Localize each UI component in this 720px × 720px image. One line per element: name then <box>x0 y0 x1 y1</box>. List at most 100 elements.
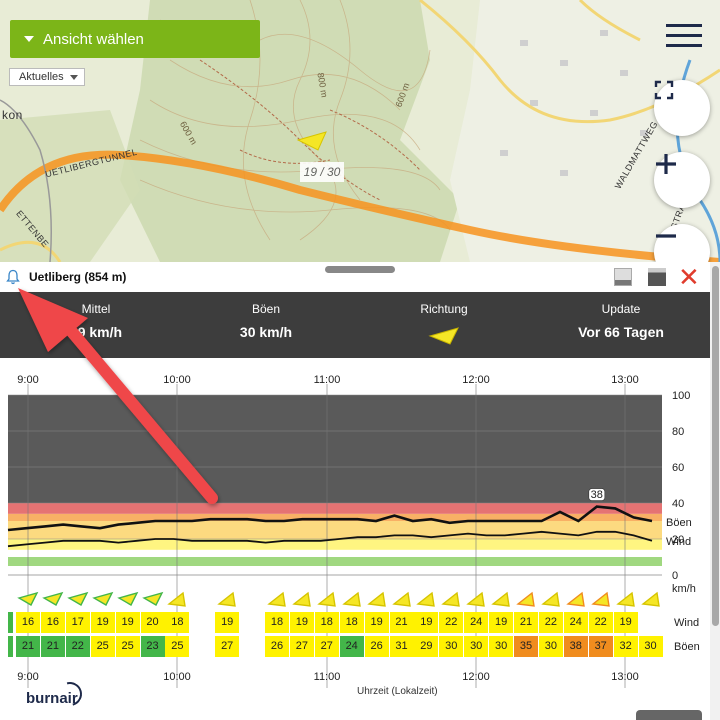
wind-cell: 19 <box>215 612 240 633</box>
y-tick-label: 0 <box>672 570 678 582</box>
stats-bar: Mittel 19 km/h Böen 30 km/h Richtung Upd… <box>0 292 710 358</box>
wind-cell: 19 <box>289 612 314 633</box>
wind-direction-arrow-icon <box>366 591 386 607</box>
row-marker <box>8 636 13 657</box>
wind-direction-arrow-icon <box>17 591 39 606</box>
wind-cell: 18 <box>265 612 289 633</box>
menu-icon <box>666 24 702 27</box>
wind-cell: 19 <box>90 612 115 633</box>
x-tick-label-bottom: 9:00 <box>17 671 38 683</box>
row-marker <box>8 612 13 633</box>
gust-cell: 25 <box>115 636 140 657</box>
x-tick-label-bottom: 11:00 <box>314 671 341 683</box>
y-tick-label: 40 <box>672 498 684 510</box>
wind-cell: 17 <box>65 612 90 633</box>
wind-cell: 22 <box>538 612 563 633</box>
caret-down-icon <box>69 74 78 80</box>
wind-band-1 <box>8 549 662 557</box>
minimize-button[interactable] <box>614 268 632 286</box>
gust-cell: 23 <box>140 636 165 657</box>
stat-mean: Mittel 19 km/h <box>26 302 166 340</box>
wind-chart: 100 80 60 40 20 0 km/h 9:00 10:00 11:00 12:00 13:00… <box>0 358 710 720</box>
wind-direction-arrow-icon <box>391 591 411 607</box>
wind-direction-arrow-icon <box>441 591 461 607</box>
wind-cell: 19 <box>489 612 514 633</box>
wind-direction-arrow-icon <box>640 591 660 607</box>
x-tick-label-bottom: 12:00 <box>462 671 490 683</box>
wind-band-3 <box>8 521 662 539</box>
legend-gusts: Böen <box>666 517 692 529</box>
close-button[interactable]: ✕ <box>678 264 700 290</box>
wind-direction-arrow-icon <box>167 591 187 607</box>
wind-direction-arrow-icon <box>42 591 64 606</box>
caret-down-icon <box>24 36 34 42</box>
legend-wind: Wind <box>666 536 691 548</box>
stat-gusts: Böen 30 km/h <box>196 302 336 340</box>
x-tick-label: 11:00 <box>314 374 341 386</box>
panel-scrollbar[interactable] <box>710 262 720 720</box>
wind-direction-arrow-icon <box>317 591 336 607</box>
x-tick-label: 10:00 <box>163 374 191 386</box>
wind-cell: 19 <box>115 612 140 633</box>
gust-cell: 26 <box>265 636 289 657</box>
wind-cell: 22 <box>588 612 613 633</box>
wind-band-5 <box>8 503 662 514</box>
plus-icon <box>656 154 676 174</box>
gust-cell: 38 <box>563 636 588 657</box>
x-tick-label-bottom: 10:00 <box>163 671 191 683</box>
scrollbar-thumb[interactable] <box>712 266 719 626</box>
view-select-label: Ansicht wählen <box>43 30 144 48</box>
gust-cell: 35 <box>514 636 538 657</box>
wind-cell: 18 <box>314 612 339 633</box>
x-tick-label: 12:00 <box>462 374 490 386</box>
gust-row-label: Böen <box>674 641 700 653</box>
bell-icon[interactable] <box>6 269 20 285</box>
gust-cell: 25 <box>90 636 115 657</box>
stat-label: Mittel <box>81 302 111 316</box>
gust-cell: 37 <box>588 636 613 657</box>
peak-label: 38 <box>591 489 603 501</box>
wind-direction-arrow-icon <box>590 591 610 607</box>
x-tick-label: 9:00 <box>17 374 38 386</box>
stat-value: 19 km/h <box>69 324 123 340</box>
gust-cell: 30 <box>638 636 663 657</box>
wind-direction-arrow-icon <box>466 591 486 607</box>
stat-label: Update <box>601 302 641 316</box>
y-tick-label: 100 <box>672 390 690 402</box>
view-select-button[interactable]: Ansicht wählen <box>10 20 260 58</box>
maximize-button[interactable] <box>648 268 666 286</box>
gust-cell: 30 <box>538 636 563 657</box>
wind-direction-arrow-icon <box>491 591 510 607</box>
gust-cell: 31 <box>389 636 414 657</box>
wind-direction-arrow-icon <box>341 591 361 607</box>
gust-cell: 30 <box>489 636 514 657</box>
stat-update: Update Vor 66 Tagen <box>551 302 691 340</box>
layer-select[interactable]: Aktuelles <box>9 68 85 86</box>
wind-direction-arrow-icon <box>615 591 635 607</box>
wind-cell: 16 <box>40 612 65 633</box>
x-tick-label-bottom: 13:00 <box>611 671 639 683</box>
menu-button[interactable] <box>666 24 702 52</box>
zoom-in-button[interactable] <box>654 152 710 208</box>
place-label: kon <box>2 108 23 122</box>
gust-cell: 21 <box>40 636 65 657</box>
wind-cell: 24 <box>563 612 588 633</box>
fullscreen-button[interactable] <box>654 80 710 136</box>
wind-direction-arrow-icon <box>141 591 163 606</box>
station-marker-label[interactable]: 19 / 30 <box>300 162 344 182</box>
stat-value: Vor 66 Tagen <box>578 324 664 340</box>
y-tick-label: 80 <box>672 426 684 438</box>
wind-direction-arrow-icon <box>566 591 585 607</box>
minus-icon <box>656 234 676 238</box>
gust-cell: 25 <box>165 636 190 657</box>
fullscreen-icon <box>654 80 674 100</box>
wind-direction-arrow-icon <box>91 591 114 606</box>
gust-cell: 27 <box>289 636 314 657</box>
wind-row-label: Wind <box>674 617 700 629</box>
stat-value: 30 km/h <box>239 324 293 340</box>
map[interactable]: Ansicht wählen Aktuelles 19 / 30 800 m 6… <box>0 0 720 262</box>
bottom-tab[interactable] <box>636 710 702 720</box>
wind-cell: 21 <box>514 612 538 633</box>
wind-cell: 18 <box>165 612 190 633</box>
gust-cell: 21 <box>16 636 40 657</box>
